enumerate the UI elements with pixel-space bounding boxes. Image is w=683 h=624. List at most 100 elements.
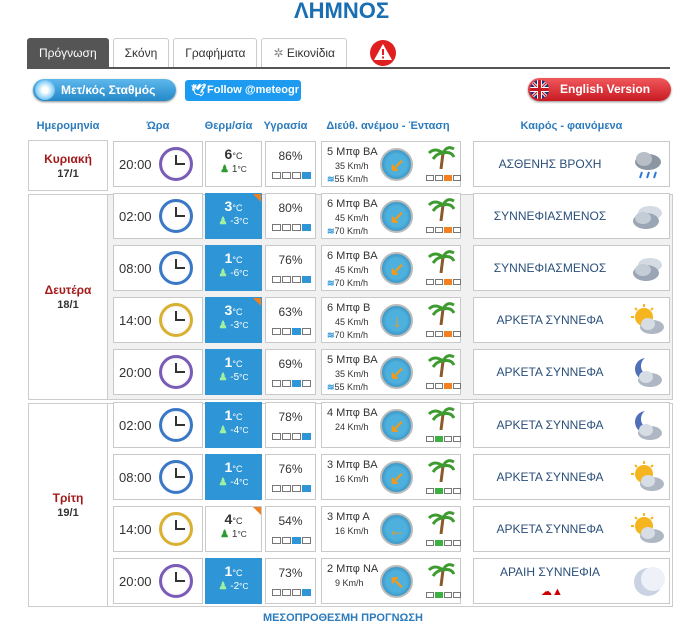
time-cell: 20:00 [113,349,203,395]
wind-bars [426,279,462,285]
humidity-cell: 73% [265,558,316,604]
sun-small-icon: ✲ [273,46,287,60]
weather-cell: ΣΥΝΝΕΦΙΑΣΜΕΝΟΣ [473,245,670,291]
clock-icon [159,355,193,389]
temperature-cell: 3°C ♟ -3°C [205,297,262,343]
weather-description: ΣΥΝΝΕΦΙΑΣΜΕΝΟΣ [493,261,607,275]
header-humidity: Υγρασία [263,120,308,132]
medium-term-forecast-link[interactable]: ΜΕΣΟΠΡΟΘΕΣΜΗ ΠΡΟΓΝΩΣΗ [263,612,423,624]
wind-cell: 6 Μπφ ΒΑ 45 Km/h ≋70 Km/h ↙ [321,245,461,291]
temperature-cell: 3°C ♟ -3°C [205,193,262,239]
temperature-cell: 1°C ♟ -2°C [205,558,262,604]
person-icon: ♟ [218,216,228,227]
cloudy-icon [630,251,666,287]
gust-text: 70 Km/h [334,226,369,236]
wind-speed-text: 35 Km/h [335,369,369,379]
temperature-cell: 4°C ♟ 1°C [205,506,262,552]
weather-description: ΑΡΚΕΤΑ ΣΥΝΝΕΦΑ [496,418,604,432]
header-wind: Διεύθ. ανέμου - Ένταση [326,120,450,132]
temperature-value: 1°C [224,354,243,370]
tab-icons-label: Εικονίδια [286,46,335,60]
wind-bars [426,331,462,337]
warning-icon[interactable] [369,39,397,67]
humidity-value: 86% [278,149,303,163]
gust-text: 55 Km/h [334,382,369,392]
tab-icons[interactable]: ✲ Εικονίδια [261,38,347,67]
wind-cell: 6 Μπφ ΒΑ 45 Km/h ≋70 Km/h ↙ [321,193,461,239]
person-icon: ♟ [218,477,228,488]
wind-bars [426,436,462,442]
time-cell: 14:00 [113,506,203,552]
sun-cloud-icon [630,460,666,496]
time-cell: 02:00 [113,402,203,448]
compass-icon: ↙ [380,148,413,181]
station-button-label: Μετ/κός Σταθμός [61,83,156,97]
clock-icon [159,199,193,233]
humidity-value: 76% [278,253,303,267]
twitter-bird-icon: 🕊 [191,83,207,97]
twitter-button-label: Follow @meteogr [207,84,300,96]
cloud-alert-icon: ☁▲ [541,586,563,598]
wind-cell: 6 Μπφ Β 45 Km/h ≋70 Km/h ↓ [321,297,461,343]
warning-corner [253,194,261,202]
weather-cell: ΑΣΘΕΝΗΣ ΒΡΟΧΗ [473,141,670,187]
wind-speed-text: 9 Km/h [335,578,364,588]
day-date: 18/1 [57,299,79,311]
english-button-label: English Version [560,82,651,96]
compass-icon: ↙ [380,409,413,442]
wind-direction-text: 5 Μπφ ΒΑ [327,354,378,366]
tab-bar: Πρόγνωση Σκόνη Γραφήματα ✲ Εικονίδια [27,38,351,68]
humidity-value: 69% [278,357,303,371]
palm-tree-icon [427,511,455,534]
wind-direction-text: 3 Μπφ ΒΑ [327,459,378,471]
wind-direction-text: 6 Μπφ ΒΑ [327,198,378,210]
uk-flag-icon [530,80,549,99]
tab-dust[interactable]: Σκόνη [112,38,170,67]
feels-like-value: ♟ -5°C [218,372,249,383]
station-button[interactable]: Μετ/κός Σταθμός [33,79,176,101]
humidity-bars [272,224,312,231]
wind-speed-text: 45 Km/h [335,317,369,327]
temperature-cell: 1°C ♟ -4°C [205,402,262,448]
palm-tree-icon [427,250,455,273]
gust-text: 70 Km/h [334,278,369,288]
time-value: 20:00 [119,574,152,589]
day-date: 19/1 [57,507,79,519]
time-cell: 14:00 [113,297,203,343]
clock-icon [159,460,193,494]
tab-charts[interactable]: Γραφήματα [173,38,258,67]
feels-like-value: ♟ -3°C [218,216,249,227]
moon-icon [630,564,666,600]
gust-value: ≋55 Km/h [327,174,368,185]
wind-speed-text: 16 Km/h [335,526,369,536]
humidity-cell: 78% [265,402,316,448]
palm-tree-icon [427,459,455,482]
humidity-value: 73% [278,566,303,580]
weather-description: ΣΥΝΝΕΦΙΑΣΜΕΝΟΣ [493,209,607,223]
rain-cloud-icon [630,147,666,183]
twitter-follow-button[interactable]: 🕊 Follow @meteogr [185,80,301,101]
feels-like-value: ♟ -6°C [218,268,249,279]
english-version-button[interactable]: English Version [528,78,671,101]
gust-value: ≋70 Km/h [327,226,368,237]
humidity-value: 63% [278,305,303,319]
feels-like-value: ♟ 1°C [220,529,247,540]
weather-cell: ΑΡΚΕΤΑ ΣΥΝΝΕΦΑ [473,454,670,500]
person-icon: ♟ [218,320,228,331]
weather-cell: ΑΡΚΕΤΑ ΣΥΝΝΕΦΑ [473,349,670,395]
palm-tree-icon [427,302,455,325]
wind-cell: 5 Μπφ ΒΑ 35 Km/h ≋55 Km/h ↙ [321,349,461,395]
person-icon: ♟ [220,529,230,540]
time-value: 14:00 [119,313,152,328]
tab-forecast[interactable]: Πρόγνωση [27,38,109,67]
compass-icon: ↓ [380,304,413,337]
palm-tree-icon [427,198,455,221]
wind-direction-text: 6 Μπφ ΒΑ [327,250,378,262]
gust-text: 70 Km/h [334,330,369,340]
feels-like-value: ♟ -2°C [218,581,249,592]
humidity-bars [272,537,312,544]
clock-icon [159,512,193,546]
wind-direction-text: 6 Μπφ Β [327,302,371,314]
wind-bars [426,227,462,233]
compass-icon: ↙ [380,252,413,285]
